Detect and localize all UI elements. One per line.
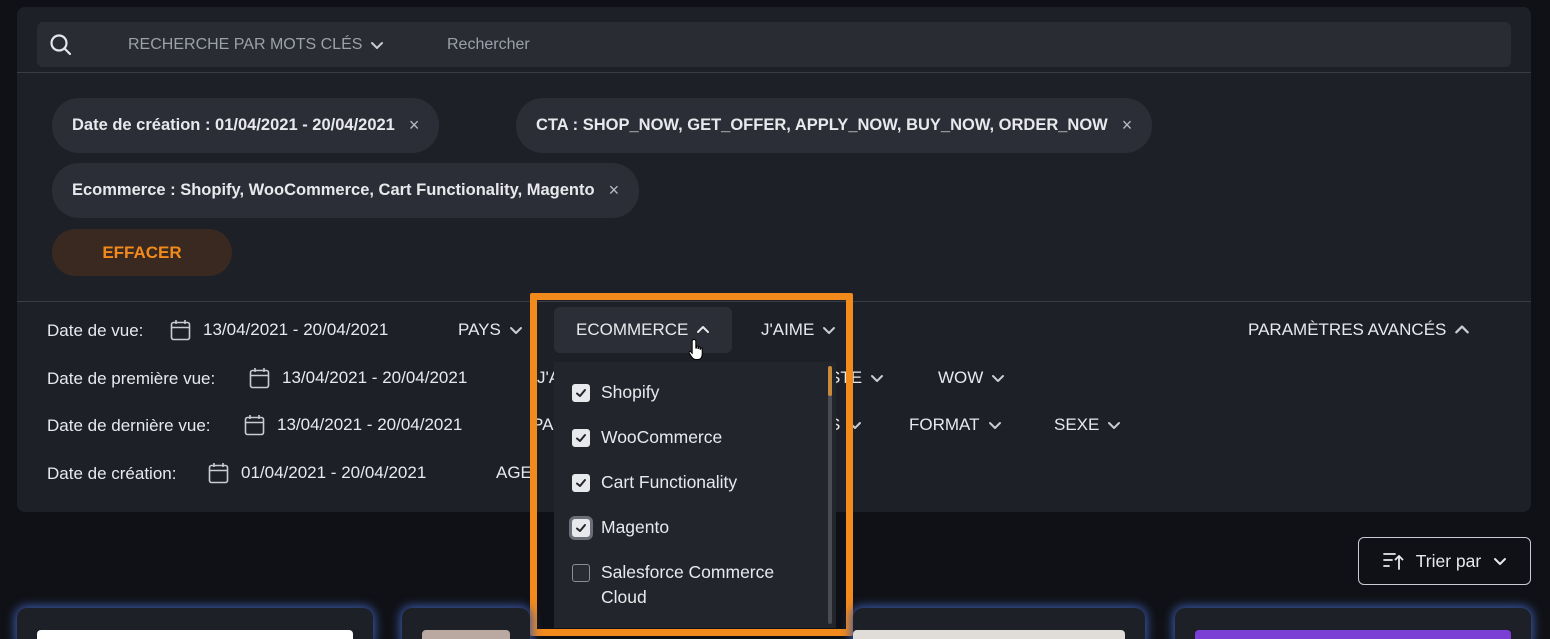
option-label: WooCommerce bbox=[601, 427, 723, 447]
search-input[interactable] bbox=[447, 30, 1487, 59]
divider bbox=[17, 301, 1531, 302]
ad-card[interactable] bbox=[17, 608, 373, 639]
scrollbar-thumb[interactable] bbox=[828, 366, 832, 396]
pa-dropdown[interactable]: PA bbox=[532, 402, 553, 448]
wow-dropdown[interactable]: WOW bbox=[938, 355, 1005, 401]
date-derniere-vue-picker[interactable]: 13/04/2021 - 20/04/2021 bbox=[244, 414, 462, 436]
sexe-label: SEXE bbox=[1054, 415, 1100, 434]
card-thumbnail bbox=[1195, 630, 1511, 639]
age-label-partial: AGE bbox=[496, 463, 532, 482]
search-icon[interactable] bbox=[49, 33, 73, 57]
chevron-down-icon bbox=[370, 38, 384, 52]
calendar-icon bbox=[244, 414, 265, 436]
filter-chip-label: Date de création : 01/04/2021 - 20/04/20… bbox=[72, 116, 395, 134]
advanced-settings-label: PARAMÈTRES AVANCÉS bbox=[1248, 320, 1447, 339]
wow-label: WOW bbox=[938, 368, 984, 387]
calendar-icon bbox=[208, 462, 229, 484]
date-derniere-vue-value: 13/04/2021 - 20/04/2021 bbox=[277, 415, 463, 434]
chevron-up-icon bbox=[696, 323, 710, 337]
clear-filters-button[interactable]: EFFACER bbox=[52, 229, 232, 276]
scrollbar[interactable] bbox=[828, 366, 832, 624]
option-label: Cart Functionality bbox=[601, 472, 738, 492]
date-premiere-vue-picker[interactable]: 13/04/2021 - 20/04/2021 bbox=[249, 367, 467, 389]
date-premiere-vue-label: Date de première vue: bbox=[47, 369, 216, 388]
option-woocommerce[interactable]: WooCommerce bbox=[572, 425, 812, 450]
filter-chip-label: CTA : SHOP_NOW, GET_OFFER, APPLY_NOW, BU… bbox=[536, 116, 1108, 134]
format-dropdown[interactable]: FORMAT bbox=[909, 402, 1002, 448]
date-creation-value: 01/04/2021 - 20/04/2021 bbox=[241, 463, 427, 482]
chevron-down-icon bbox=[991, 371, 1005, 385]
jaime-dropdown[interactable]: J'AIME bbox=[761, 307, 836, 353]
option-label: Shopify bbox=[601, 382, 660, 402]
date-vue-picker[interactable]: 13/04/2021 - 20/04/2021 bbox=[170, 319, 388, 341]
option-shopify[interactable]: Shopify bbox=[572, 380, 812, 405]
ad-card[interactable] bbox=[1175, 608, 1531, 639]
filter-chip-date-creation: Date de création : 01/04/2021 - 20/04/20… bbox=[52, 98, 440, 153]
close-icon[interactable]: × bbox=[1122, 115, 1133, 136]
pays-label: PAYS bbox=[458, 320, 501, 339]
chevron-down-icon bbox=[509, 323, 523, 337]
close-icon[interactable]: × bbox=[409, 115, 420, 136]
chevron-down-icon bbox=[848, 418, 862, 432]
search-mode-label: RECHERCHE PAR MOTS CLÉS bbox=[128, 35, 363, 53]
chevron-down-icon bbox=[870, 371, 884, 385]
calendar-icon bbox=[249, 367, 270, 389]
pa-label-partial: PA bbox=[532, 415, 554, 434]
date-vue-value: 13/04/2021 - 20/04/2021 bbox=[203, 320, 389, 339]
chevron-down-icon bbox=[1107, 418, 1121, 432]
sort-button[interactable]: Trier par bbox=[1358, 537, 1531, 585]
search-bar: RECHERCHE PAR MOTS CLÉS bbox=[37, 22, 1511, 67]
sort-label: Trier par bbox=[1415, 550, 1482, 571]
checkbox-checked-icon[interactable] bbox=[572, 429, 590, 447]
checkbox-checked-icon[interactable] bbox=[572, 519, 590, 537]
filter-chip-ecommerce: Ecommerce : Shopify, WooCommerce, Cart F… bbox=[52, 163, 640, 218]
option-label: Salesforce Commerce Cloud bbox=[601, 562, 775, 607]
sexe-dropdown[interactable]: SEXE bbox=[1054, 402, 1121, 448]
date-vue-label: Date de vue: bbox=[47, 321, 144, 340]
chevron-down-icon bbox=[822, 323, 836, 337]
checkbox-checked-icon[interactable] bbox=[572, 474, 590, 492]
chevron-up-icon bbox=[1454, 322, 1470, 338]
ad-card-partial[interactable] bbox=[853, 608, 1145, 639]
divider bbox=[17, 72, 1531, 73]
hand-cursor-icon bbox=[688, 338, 706, 362]
option-salesforce-commerce-cloud[interactable]: Salesforce Commerce Cloud bbox=[572, 560, 812, 610]
format-label: FORMAT bbox=[909, 415, 980, 434]
option-magento[interactable]: Magento bbox=[572, 515, 812, 540]
date-derniere-vue-label: Date de dernière vue: bbox=[47, 416, 211, 435]
ecommerce-label: ECOMMERCE bbox=[576, 320, 689, 339]
checkbox-unchecked-icon[interactable] bbox=[572, 564, 590, 582]
close-icon[interactable]: × bbox=[609, 180, 620, 201]
filter-chip-cta: CTA : SHOP_NOW, GET_OFFER, APPLY_NOW, BU… bbox=[516, 98, 1153, 153]
age-dropdown[interactable]: AGE bbox=[496, 450, 532, 496]
calendar-icon bbox=[170, 319, 191, 341]
option-cart-functionality[interactable]: Cart Functionality bbox=[572, 470, 812, 495]
date-premiere-vue-value: 13/04/2021 - 20/04/2021 bbox=[282, 368, 468, 387]
date-creation-label: Date de création: bbox=[47, 464, 177, 483]
chevron-down-icon bbox=[1493, 554, 1507, 568]
pays-dropdown[interactable]: PAYS bbox=[458, 307, 523, 353]
filter-chip-label: Ecommerce : Shopify, WooCommerce, Cart F… bbox=[72, 181, 595, 199]
advanced-settings-toggle[interactable]: PARAMÈTRES AVANCÉS bbox=[1248, 307, 1470, 353]
date-creation-picker[interactable]: 01/04/2021 - 20/04/2021 bbox=[208, 462, 426, 484]
card-thumbnail bbox=[853, 630, 1125, 639]
ad-card[interactable] bbox=[402, 608, 530, 639]
search-mode-select[interactable]: RECHERCHE PAR MOTS CLÉS bbox=[128, 22, 384, 67]
checkbox-checked-icon[interactable] bbox=[572, 384, 590, 402]
chevron-down-icon bbox=[988, 418, 1002, 432]
jaime-label: J'AIME bbox=[761, 320, 815, 339]
card-thumbnail bbox=[422, 630, 510, 639]
ecommerce-options-menu: Shopify WooCommerce Cart Functionality M… bbox=[554, 362, 836, 628]
sort-icon bbox=[1382, 551, 1404, 571]
card-thumbnail bbox=[37, 630, 353, 639]
triste-dropdown[interactable]: STE bbox=[829, 355, 884, 401]
option-label: Magento bbox=[601, 517, 670, 537]
